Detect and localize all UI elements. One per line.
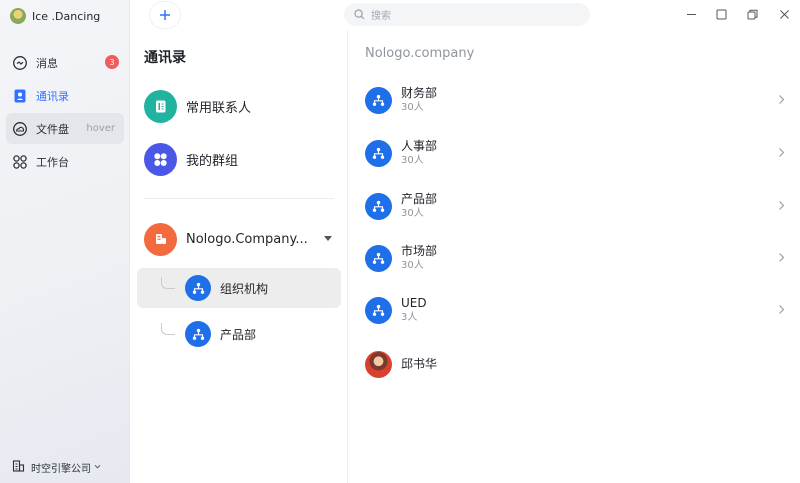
department-item-product[interactable]: 产品部 30人	[365, 188, 785, 224]
top-bar: 搜索	[130, 0, 800, 30]
org-tree-icon	[365, 296, 392, 324]
sub-item-organization[interactable]: 组织机构	[137, 268, 341, 308]
nav-label: 文件盘	[36, 122, 69, 136]
nav-item-contacts[interactable]: 通讯录	[6, 80, 124, 111]
nav-label: 消息	[36, 56, 58, 70]
person-item[interactable]: 邱书华	[365, 346, 785, 382]
nav-item-workbench[interactable]: 工作台	[6, 146, 124, 177]
building-icon	[12, 459, 25, 475]
unread-badge: 3	[105, 55, 119, 69]
search-input[interactable]: 搜索	[344, 3, 590, 26]
close-button[interactable]	[776, 6, 792, 22]
department-name: 人事部	[401, 139, 438, 153]
chevron-right-icon	[778, 304, 785, 318]
minimize-icon	[686, 13, 696, 15]
sub-item-label: 产品部	[220, 327, 257, 342]
chevron-right-icon	[778, 252, 785, 266]
department-count: 3人	[401, 312, 418, 323]
caret-down-icon[interactable]	[324, 236, 332, 241]
department-item-ued[interactable]: UED 3人	[365, 292, 785, 328]
department-name: 产品部	[401, 192, 438, 206]
close-icon	[779, 9, 789, 19]
tree-branch-line	[161, 277, 175, 289]
person-name: 邱书华	[401, 356, 438, 371]
nav-label: 工作台	[36, 155, 69, 169]
restore-icon	[747, 9, 757, 19]
divider	[144, 198, 334, 199]
department-name: 市场部	[401, 244, 438, 258]
sub-item-label: 组织机构	[220, 281, 269, 296]
nav-label: 通讯录	[36, 89, 69, 103]
department-item-finance[interactable]: 财务部 30人	[365, 82, 785, 118]
nav-item-messages[interactable]: 消息 3	[6, 47, 124, 78]
left-rail: Ice .Dancing 消息 3 通讯录 文件盘 hover 工作台 时空引擎…	[0, 0, 130, 483]
department-count: 30人	[401, 208, 424, 219]
user-avatar	[10, 8, 26, 24]
workbench-icon	[12, 154, 28, 170]
org-item[interactable]: Nologo.Company...	[144, 222, 308, 256]
org-tree-icon	[365, 86, 392, 114]
chevron-right-icon	[778, 94, 785, 108]
department-name: UED	[401, 296, 427, 310]
frequent-contacts-item[interactable]: 常用联系人	[144, 89, 251, 123]
search-icon	[354, 9, 365, 20]
org-tree-icon	[365, 192, 392, 220]
user-profile[interactable]: Ice .Dancing	[10, 7, 100, 25]
hover-state-tag: hover	[86, 123, 115, 134]
org-detail-panel: Nologo.company 财务部 30人 人事部 30人 产品部 30人 市…	[349, 30, 800, 483]
company-name: 时空引擎公司	[31, 463, 91, 475]
department-item-marketing[interactable]: 市场部 30人	[365, 240, 785, 276]
maximize-icon	[716, 9, 726, 19]
page-title: 通讯录	[144, 50, 186, 66]
sub-item-product[interactable]: 产品部	[137, 314, 341, 354]
plus-icon	[160, 10, 170, 20]
company-switcher[interactable]: 时空引擎公司	[12, 459, 101, 475]
cloud-drive-icon	[12, 121, 28, 137]
chevron-right-icon	[778, 200, 785, 214]
my-groups-item[interactable]: 我的群组	[144, 142, 238, 176]
item-label: 常用联系人	[186, 100, 252, 116]
department-count: 30人	[401, 155, 424, 166]
department-item-hr[interactable]: 人事部 30人	[365, 135, 785, 171]
user-name: Ice .Dancing	[32, 9, 101, 23]
restore-button[interactable]	[744, 6, 760, 22]
org-name: Nologo.Company...	[186, 231, 308, 247]
minimize-button[interactable]	[683, 6, 699, 22]
org-title: Nologo.company	[365, 46, 475, 61]
contacts-panel: 通讯录 常用联系人 我的群组 Nologo.Company... 组织机构 产品…	[130, 30, 348, 483]
contact-book-icon	[144, 89, 177, 123]
tree-branch-line	[161, 323, 175, 335]
chevron-down-icon	[94, 462, 101, 473]
department-name: 财务部	[401, 86, 438, 100]
nav-item-files[interactable]: 文件盘 hover	[6, 113, 124, 144]
department-count: 30人	[401, 102, 424, 113]
group-icon	[144, 142, 177, 176]
message-icon	[12, 55, 28, 71]
add-button[interactable]	[150, 2, 180, 28]
org-tree-icon	[365, 244, 392, 272]
org-building-icon	[144, 222, 177, 256]
department-count: 30人	[401, 260, 424, 271]
search-placeholder: 搜索	[371, 11, 391, 22]
maximize-button[interactable]	[713, 6, 729, 22]
org-tree-icon	[185, 275, 211, 301]
item-label: 我的群组	[186, 153, 239, 169]
chevron-right-icon	[778, 147, 785, 161]
contacts-icon	[12, 88, 28, 104]
org-tree-icon	[185, 321, 211, 347]
person-avatar	[365, 350, 392, 378]
org-tree-icon	[365, 139, 392, 167]
